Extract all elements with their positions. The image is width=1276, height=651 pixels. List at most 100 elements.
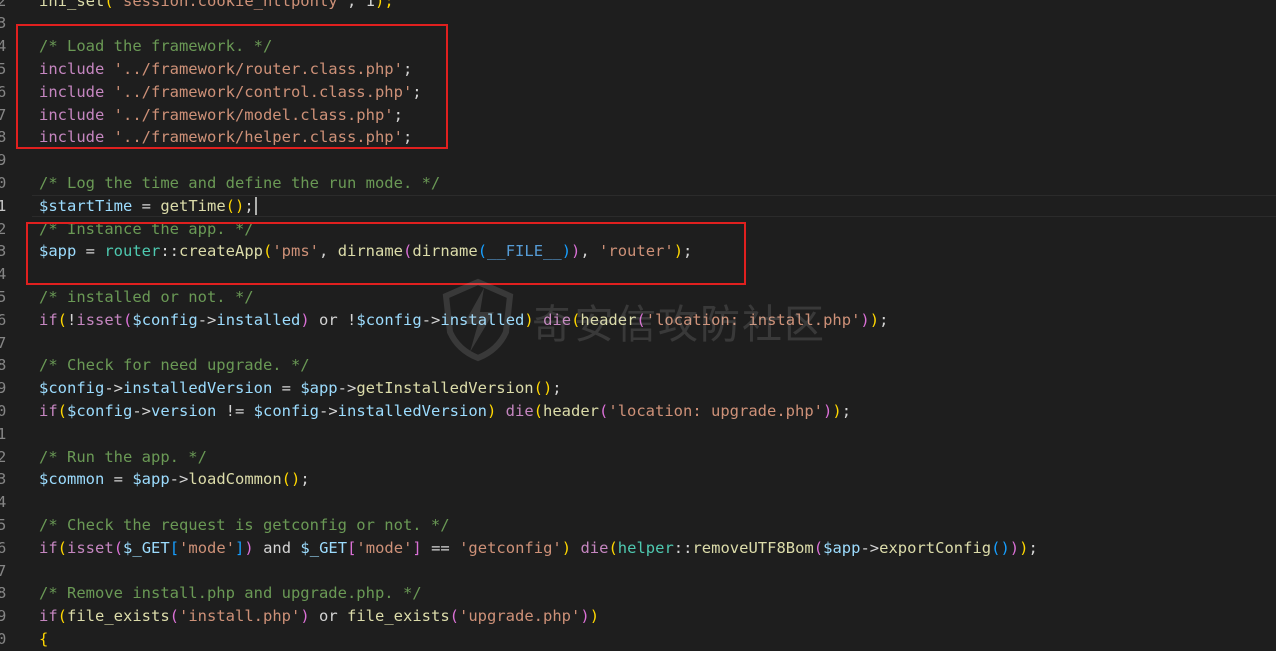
- code-line[interactable]: 4: [0, 491, 1276, 514]
- code-token: ): [832, 401, 842, 420]
- code-token: /* Run the app. */: [39, 447, 207, 466]
- code-token: installedVersion: [123, 379, 273, 398]
- code-token: ): [860, 310, 870, 329]
- code-token: '../framework/router.class.php': [113, 59, 403, 78]
- code-token: die: [505, 401, 534, 420]
- line-number: 3: [0, 470, 7, 489]
- code-token: (: [57, 401, 68, 420]
- code-token: ): [561, 538, 572, 557]
- code-token: ;: [552, 379, 562, 398]
- code-token: !: [67, 310, 77, 329]
- code-token: ): [244, 538, 254, 557]
- code-line[interactable]: 0 if($config->version != $config->install…: [0, 400, 1276, 423]
- code-token: ->: [197, 310, 217, 329]
- code-token: $_GET: [123, 538, 170, 557]
- code-editor[interactable]: 2 ini_set('session.cookie_httponly', 1); 3…: [0, 0, 1276, 648]
- code-token: ): [823, 401, 833, 420]
- code-token: ]: [235, 538, 245, 557]
- code-line[interactable]: 2 ini_set('session.cookie_httponly', 1);: [0, 0, 1276, 12]
- code-line[interactable]: 6 include '../framework/control.class.php…: [0, 81, 1276, 104]
- code-line[interactable]: 0 /* Log the time and define the run mode…: [0, 172, 1276, 195]
- code-token: (: [636, 310, 646, 329]
- code-token: dirname: [337, 242, 404, 261]
- line-number: 9: [0, 607, 7, 626]
- code-line[interactable]: 3 $common = $app->loadCommon();: [0, 468, 1276, 491]
- code-text: /* Check the request is getconfig or not…: [39, 514, 450, 537]
- code-token: $app: [300, 379, 338, 398]
- code-token: $app: [823, 538, 861, 557]
- code-token: isset: [67, 538, 114, 557]
- code-token: $app: [39, 242, 77, 261]
- code-line[interactable]: 6 if(isset($_GET['mode']) and $_GET['mode…: [0, 537, 1276, 560]
- code-line[interactable]: 8 /* Check for need upgrade. */: [0, 354, 1276, 377]
- code-token: file_exists: [67, 607, 170, 626]
- code-token: );: [374, 0, 394, 10]
- code-token: 'mode': [356, 538, 413, 557]
- code-token: ,: [346, 0, 366, 10]
- code-token: or: [309, 607, 348, 626]
- line-number: 3: [0, 242, 7, 261]
- code-token: ->: [169, 470, 189, 489]
- code-line[interactable]: 3: [0, 12, 1276, 35]
- line-number: 5: [0, 287, 7, 306]
- code-token: die: [580, 538, 609, 557]
- code-line[interactable]: 5 /* Check the request is getconfig or no…: [0, 514, 1276, 537]
- code-token: header: [543, 401, 600, 420]
- code-line[interactable]: 9 $config->installedVersion = $app->getIn…: [0, 377, 1276, 400]
- line-number: 5: [0, 59, 7, 78]
- code-token: ;: [244, 196, 254, 215]
- code-token: /* Remove install.php and upgrade.php. *…: [39, 584, 422, 603]
- code-token: 'install.php': [179, 607, 301, 626]
- code-token: 'location: install.php': [645, 310, 861, 329]
- code-token: ;: [393, 105, 403, 124]
- code-line[interactable]: 9: [0, 149, 1276, 172]
- code-line[interactable]: 0{: [0, 628, 1276, 651]
- code-token: ::: [160, 242, 179, 261]
- code-line[interactable]: 2 /* Run the app. */: [0, 446, 1276, 469]
- line-number: 0: [0, 173, 7, 192]
- code-line[interactable]: 7: [0, 560, 1276, 583]
- code-line[interactable]: 5 /* installed or not. */: [0, 286, 1276, 309]
- line-number: 8: [0, 356, 7, 375]
- code-line[interactable]: 3 $app = router::createApp('pms', dirname…: [0, 240, 1276, 263]
- code-line[interactable]: 1: [0, 423, 1276, 446]
- code-token: $startTime: [39, 196, 133, 215]
- code-token: ;: [412, 82, 422, 101]
- code-line[interactable]: 9 if(file_exists('install.php') or file_e…: [0, 605, 1276, 628]
- code-text: if(file_exists('install.php') or file_ex…: [39, 605, 599, 628]
- code-token: version: [151, 401, 217, 420]
- code-token: !: [347, 310, 357, 329]
- code-token: ->: [337, 379, 357, 398]
- code-line[interactable]: 7 include '../framework/model.class.php';: [0, 104, 1276, 127]
- code-line[interactable]: 4 /* Load the framework. */: [0, 35, 1276, 58]
- code-token: (: [57, 538, 68, 557]
- code-text: if(!isset($config->installed) or !$confi…: [39, 309, 888, 332]
- code-token: $config: [253, 401, 319, 420]
- line-number: 4: [0, 265, 7, 284]
- code-line[interactable]: 2 /* Instance the app. */: [0, 218, 1276, 241]
- code-line[interactable]: 8 /* Remove install.php and upgrade.php. …: [0, 582, 1276, 605]
- code-token: dirname: [412, 242, 478, 261]
- code-token: (: [263, 242, 273, 261]
- code-token: ): [869, 310, 880, 329]
- code-line[interactable]: 7: [0, 332, 1276, 355]
- line-number: 1: [0, 424, 7, 443]
- code-token: ;: [402, 128, 413, 147]
- code-line-active[interactable]: 1 $startTime = getTime();: [0, 194, 1276, 218]
- code-token: 'upgrade.php': [459, 607, 581, 626]
- code-line[interactable]: 4: [0, 263, 1276, 286]
- code-token: removeUTF8Bom: [692, 538, 814, 557]
- code-token: if: [39, 401, 58, 420]
- code-token: $config: [67, 401, 133, 420]
- code-text: /* Run the app. */: [39, 446, 207, 469]
- code-token: installed: [216, 310, 301, 329]
- code-text: $startTime = getTime();: [39, 195, 257, 218]
- code-token: ): [1009, 538, 1020, 557]
- code-token: '../framework/control.class.php': [113, 82, 413, 101]
- code-token: helper: [617, 538, 674, 557]
- code-line[interactable]: 6 if(!isset($config->installed) or !$conf…: [0, 309, 1276, 332]
- code-token: ,: [319, 242, 338, 261]
- code-line[interactable]: 8 include '../framework/helper.class.php'…: [0, 126, 1276, 149]
- code-line[interactable]: 5 include '../framework/router.class.php'…: [0, 58, 1276, 81]
